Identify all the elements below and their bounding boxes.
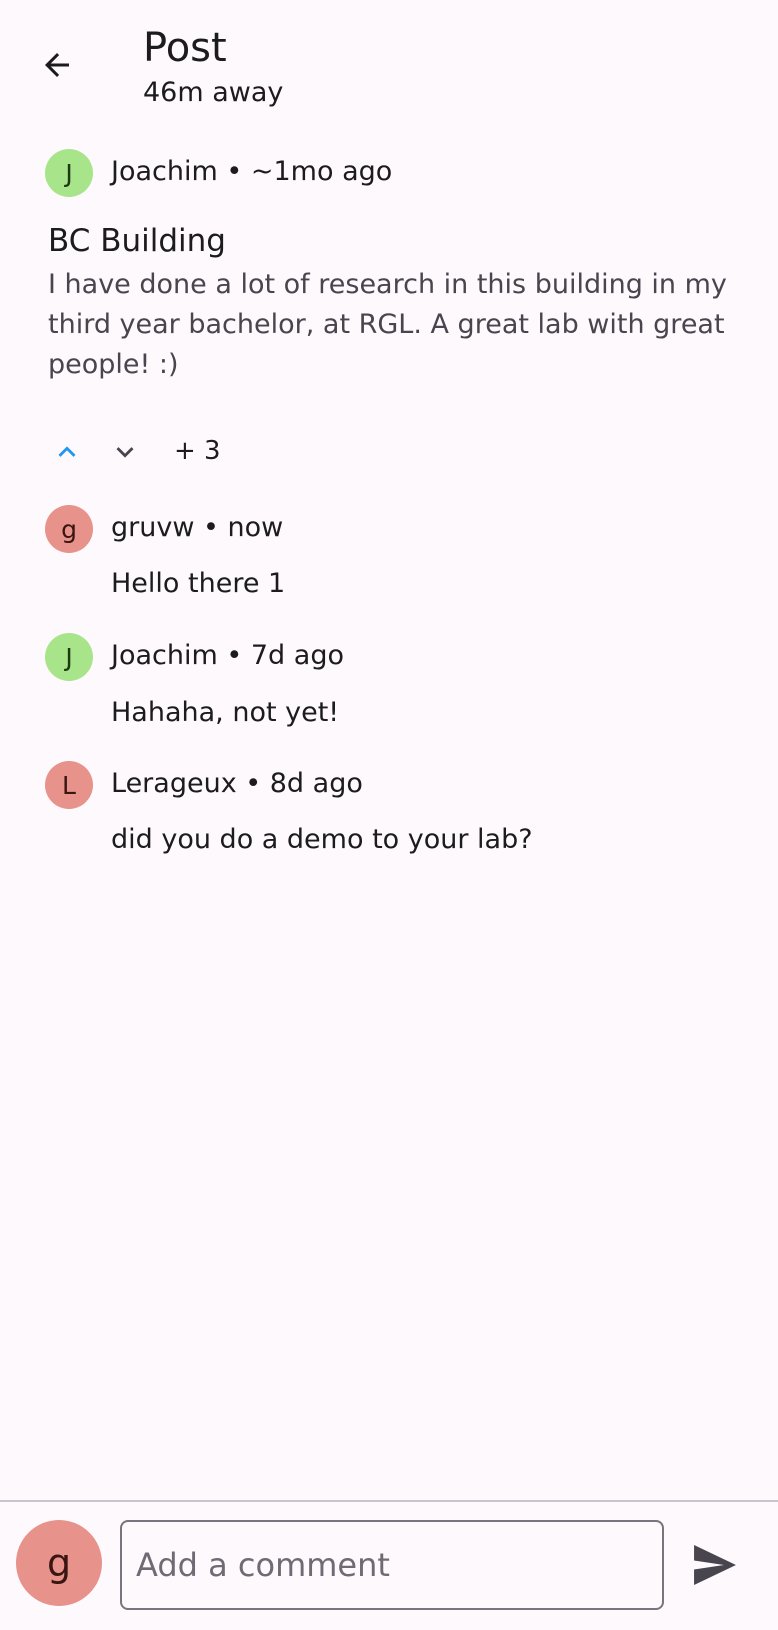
post-title: BC Building — [48, 223, 226, 259]
comment-avatar[interactable]: J — [45, 633, 93, 681]
comment-input[interactable] — [120, 1520, 664, 1610]
avatar-initial: J — [65, 642, 73, 672]
vote-score: + 3 — [174, 436, 221, 466]
post-body: I have done a lot of research in this bu… — [48, 269, 727, 380]
comment-text: did you do a demo to your lab? — [111, 824, 533, 855]
comment-avatar[interactable]: g — [45, 505, 93, 553]
arrow-back-icon — [45, 53, 69, 77]
comment-meta: gruvw • now — [111, 512, 284, 543]
avatar-initial: g — [61, 514, 77, 544]
back-button[interactable] — [30, 38, 84, 92]
comment-text: Hahaha, not yet! — [111, 697, 340, 728]
send-button[interactable] — [690, 1542, 740, 1588]
comment-text: Hello there 1 — [111, 568, 286, 599]
avatar-initial: g — [46, 1541, 72, 1585]
chevron-up-icon — [58, 446, 76, 457]
page-title: Post — [143, 25, 227, 71]
post-author-avatar[interactable]: J — [45, 149, 93, 197]
downvote-button[interactable] — [105, 432, 145, 472]
avatar-initial: L — [62, 770, 76, 800]
upvote-button[interactable] — [47, 432, 87, 472]
distance-subtitle: 46m away — [143, 77, 284, 108]
comment-meta: Joachim • 7d ago — [111, 640, 344, 671]
current-user-avatar[interactable]: g — [16, 1520, 102, 1606]
chevron-down-icon — [116, 447, 134, 458]
comment-meta: Lerageux • 8d ago — [111, 768, 363, 799]
avatar-initial: J — [65, 158, 73, 188]
send-icon — [694, 1545, 736, 1585]
app-bar: Post 46m away — [0, 0, 778, 130]
comment-composer: g — [0, 1500, 778, 1630]
post-meta: Joachim • ~1mo ago — [111, 156, 393, 187]
comment-avatar[interactable]: L — [45, 761, 93, 809]
